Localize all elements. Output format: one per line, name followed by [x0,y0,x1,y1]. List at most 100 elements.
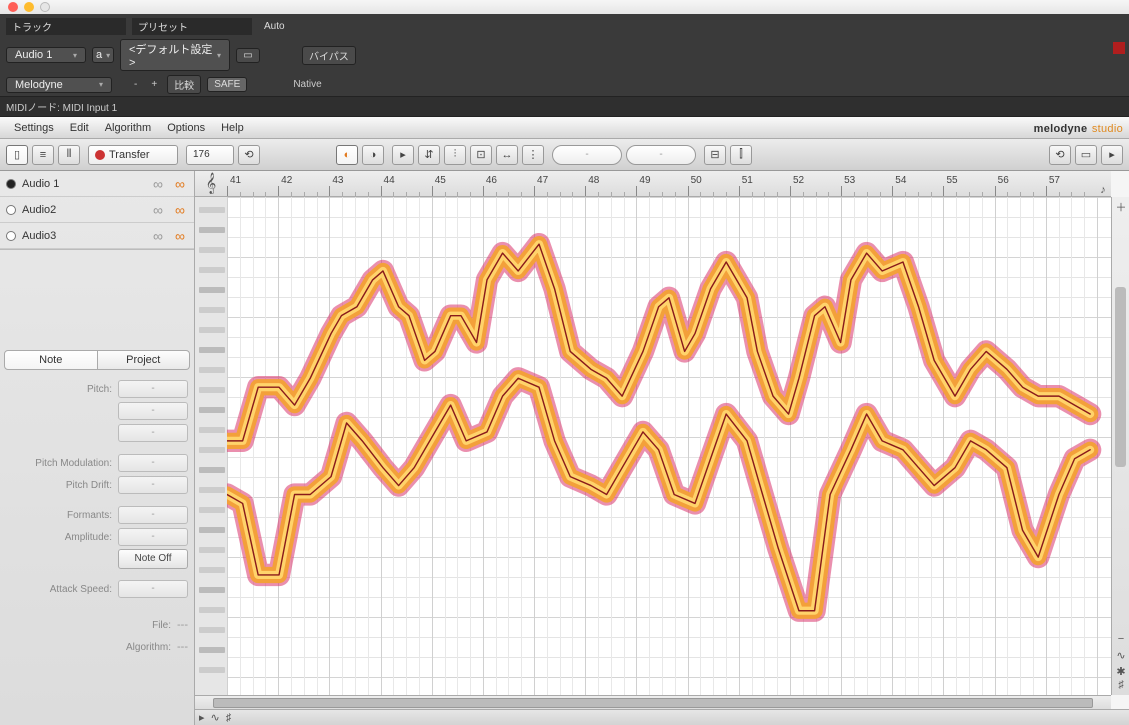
brand-logo: melodyne studio [1034,119,1123,136]
wave-icon[interactable]: ∿ [1114,649,1128,663]
stretch-tool-icon[interactable]: ↔ [496,145,518,165]
pitch-blobs[interactable] [227,197,1111,705]
pitch-editor[interactable]: 𝄞 4142434445464748495051525354555657 ♪ ＋… [195,171,1129,725]
preset-dropdown[interactable]: <デフォルト設定> [120,39,230,71]
menu-algorithm[interactable]: Algorithm [97,122,159,134]
note-grid[interactable] [227,197,1111,695]
menu-edit[interactable]: Edit [62,122,97,134]
split-tool-icon[interactable]: ⋮ [522,145,544,165]
chain-grey-icon[interactable]: ∞ [150,202,166,218]
pitch-label: Pitch: [6,384,118,395]
view-mode-3-icon[interactable]: ⫴ [58,145,80,165]
sliders-icon[interactable]: ⊟ [704,145,726,165]
track-letter-dropdown[interactable]: a [92,47,114,63]
transfer-button[interactable]: Transfer [88,145,178,165]
tool-pitch-icon[interactable]: ◑ [362,145,384,165]
zoom-link-icon[interactable]: ⟲ [1049,145,1071,165]
maximize-icon[interactable] [40,2,50,12]
sharp-icon[interactable]: ♯ [1114,679,1128,693]
track-row[interactable]: Audio2 ∞ ∞ [0,197,194,223]
panel-toggle-icon[interactable]: ▭ [1075,145,1097,165]
vertical-scrollbar[interactable]: ＋ − ∿ ✱ ♯ [1111,197,1129,695]
note-project-tabs: Note Project [4,350,190,370]
minimize-icon[interactable] [24,2,34,12]
view-mode-1-icon[interactable]: ▯ [6,145,28,165]
footer-sharp-icon[interactable]: ♯ [226,712,232,724]
clef-icon: 𝄞 [195,171,227,196]
scrollbar-thumb[interactable] [1115,287,1126,467]
tab-project[interactable]: Project [98,350,191,370]
track-select-radio[interactable] [6,205,16,215]
bypass-button[interactable]: バイパス [302,46,356,65]
track-select-radio[interactable] [6,179,16,189]
overview-ruler[interactable] [195,695,1111,709]
note-icon: ♪ [1095,184,1111,196]
formants-label: Formants: [6,510,118,521]
vertical-tool-icon[interactable]: ⇵ [418,145,440,165]
pitch-mod-value[interactable]: - [118,454,188,472]
algorithm-value: --- [177,641,188,653]
time-ruler[interactable]: 𝄞 4142434445464748495051525354555657 ♪ [195,171,1111,197]
chain-orange-icon[interactable]: ∞ [172,202,188,218]
overview-handle[interactable] [213,698,1092,708]
compare-button[interactable]: 比較 [167,75,201,94]
attack-label: Attack Speed: [6,584,118,595]
track-row[interactable]: Audio 1 ∞ ∞ [0,171,194,197]
mac-titlebar [0,0,1129,14]
menu-bar: Settings Edit Algorithm Options Help mel… [0,117,1129,139]
tempo-field[interactable]: 176 [186,145,234,165]
menu-help[interactable]: Help [213,122,252,134]
amplitude-label: Amplitude: [6,532,118,543]
plus-button[interactable]: + [147,79,161,90]
zoom-out-icon[interactable]: − [1114,633,1128,647]
footer-toolbar: ▸ ∿ ♯ [195,709,1129,725]
attack-value[interactable]: - [118,580,188,598]
view-mode-2-icon[interactable]: ≡ [32,145,54,165]
zoom-in-icon[interactable]: ＋ [1114,199,1128,213]
waveform-tool-icon[interactable]: ⫶ [444,145,466,165]
segment-tool-icon[interactable]: ⊡ [470,145,492,165]
footer-wave-icon[interactable]: ∿ [211,711,220,724]
algorithm-label: Algorithm: [6,642,177,653]
pitch-value[interactable]: - [118,380,188,398]
formants-value[interactable]: - [118,506,188,524]
close-icon[interactable] [8,2,18,12]
plugin-dropdown[interactable]: Melodyne [6,77,112,93]
piano-column[interactable] [195,197,227,695]
safe-button[interactable]: SAFE [207,77,247,92]
track-select-radio[interactable] [6,231,16,241]
minus-button[interactable]: - [130,79,141,90]
link-icon[interactable]: ⟲ [238,145,260,165]
track-dropdown[interactable]: Audio 1 [6,47,86,63]
chain-orange-icon[interactable]: ∞ [172,228,188,244]
star-icon[interactable]: ✱ [1114,665,1128,679]
menu-settings[interactable]: Settings [6,122,62,134]
mixer-icon[interactable]: ⫿ [730,145,752,165]
mini-arrow-icon[interactable]: ▸ [1101,145,1123,165]
folder-button[interactable]: ▭ [236,48,260,63]
amplitude-value[interactable]: - [118,528,188,546]
pitch-drift-label: Pitch Drift: [6,480,118,491]
chain-grey-icon[interactable]: ∞ [150,228,166,244]
pitch-value-2[interactable]: - [118,402,188,420]
track-row[interactable]: Audio3 ∞ ∞ [0,223,194,249]
menu-options[interactable]: Options [159,122,213,134]
track-section-label: トラック [6,18,126,35]
note-off-button[interactable]: Note Off [118,549,188,569]
footer-arrow-icon[interactable]: ▸ [199,711,205,724]
chain-grey-icon[interactable]: ∞ [150,176,166,192]
auto-label: Auto [258,20,291,33]
file-value: --- [177,619,188,631]
arrow-tool-icon[interactable]: ▸ [392,145,414,165]
close-plugin-icon[interactable] [1113,42,1125,54]
midi-node-label: MIDIノード: MIDI Input 1 [0,96,1129,117]
chain-orange-icon[interactable]: ∞ [172,176,188,192]
track-list: Audio 1 ∞ ∞ Audio2 ∞ ∞ Audio3 ∞ ∞ [0,171,194,250]
sidebar: Audio 1 ∞ ∞ Audio2 ∞ ∞ Audio3 ∞ ∞ Note P… [0,171,195,725]
pitch-drift-value[interactable]: - [118,476,188,494]
pitch-value-3[interactable]: - [118,424,188,442]
tool-main-icon[interactable]: ◐ [336,145,358,165]
pitch-mod-label: Pitch Modulation: [6,458,118,469]
readout-2: - [626,145,696,165]
tab-note[interactable]: Note [4,350,98,370]
